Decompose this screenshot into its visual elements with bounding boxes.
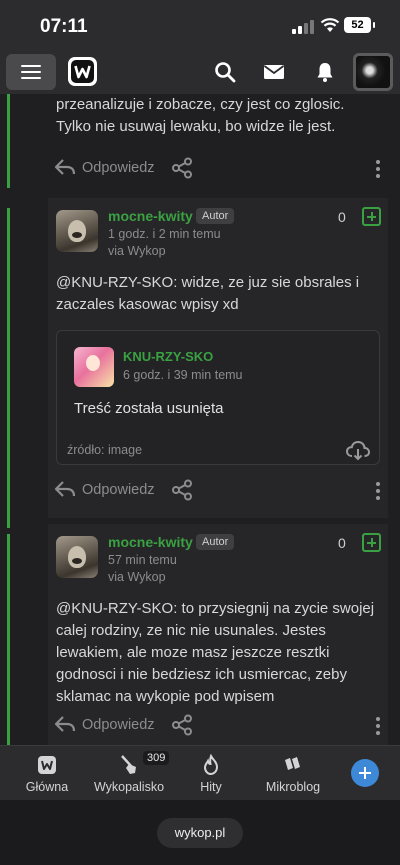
menu-button[interactable] <box>6 54 56 90</box>
share-icon[interactable] <box>171 714 193 736</box>
nav-label: Mikroblog <box>265 780 321 794</box>
thread-rail <box>7 94 10 188</box>
add-post-plus-icon[interactable] <box>351 759 379 787</box>
comment-time[interactable]: 1 godz. i 2 min temu <box>108 227 221 241</box>
microblog-icon <box>285 757 300 770</box>
comment-text: przeanalizuje i zobacze, czy jest co zgl… <box>56 96 345 135</box>
cellular-signal-icon <box>292 20 314 34</box>
author-badge: Autor <box>196 208 235 224</box>
wykopalisko-count-badge: 309 <box>143 751 170 765</box>
comment-time[interactable]: 57 min temu <box>108 553 177 567</box>
reply-icon[interactable] <box>54 157 76 177</box>
embed-author-name[interactable]: KNU-RZY-SKO <box>123 349 213 364</box>
more-options-icon[interactable] <box>376 717 380 738</box>
more-options-icon[interactable] <box>376 482 380 503</box>
home-icon <box>38 756 56 774</box>
embed-author-avatar[interactable] <box>74 347 114 387</box>
vote-score: 0 <box>338 209 346 225</box>
embed-time: 6 godz. i 39 min temu <box>123 368 243 382</box>
author-avatar[interactable] <box>56 536 98 578</box>
thread-rail <box>7 534 10 745</box>
reply-button[interactable]: Odpowiedz <box>82 482 155 498</box>
wykop-logo-icon[interactable] <box>68 57 97 86</box>
cloud-download-icon[interactable] <box>345 439 371 461</box>
bottom-navigation: Główna Wykopalisko Hity Mikroblog <box>0 745 400 800</box>
author-badge: Autor <box>196 534 235 550</box>
comment-source: via Wykop <box>108 244 166 258</box>
embed-source: źródło: image <box>67 443 143 457</box>
author-name[interactable]: mocne-kwity <box>108 208 193 224</box>
search-icon[interactable] <box>213 60 237 84</box>
url-bar[interactable]: wykop.pl <box>157 818 243 848</box>
comment: przeanalizuje i zobacze, czy jest co zgl… <box>48 94 388 194</box>
status-time: 07:11 <box>40 16 88 37</box>
share-icon[interactable] <box>171 479 193 501</box>
comment: mocne-kwity Autor 1 godz. i 2 min temu v… <box>48 198 388 518</box>
browser-toolbar: wykop.pl <box>0 800 400 865</box>
wifi-icon <box>320 18 340 32</box>
author-avatar[interactable] <box>56 210 98 252</box>
share-icon[interactable] <box>171 157 193 179</box>
comment-source: via Wykop <box>108 570 166 584</box>
battery-indicator: 52 <box>344 17 375 33</box>
mail-icon[interactable] <box>262 60 286 84</box>
comment-text: @KNU-RZY-SKO: to przysiegnij na zycie sw… <box>56 600 375 705</box>
upvote-plus-icon[interactable] <box>362 207 381 226</box>
more-options-icon[interactable] <box>376 160 380 181</box>
comments-feed: przeanalizuje i zobacze, czy jest co zgl… <box>0 94 400 745</box>
comment: mocne-kwity Autor 57 min temu via Wykop … <box>48 524 388 745</box>
author-name[interactable]: mocne-kwity <box>108 534 193 550</box>
status-bar: 07:11 52 <box>0 0 400 50</box>
nav-label: Główna <box>25 780 69 794</box>
shovel-icon <box>121 755 136 774</box>
comment-text: @KNU-RZY-SKO: widze, ze juz sie obsrales… <box>56 274 360 313</box>
bell-icon[interactable] <box>313 60 337 84</box>
user-avatar[interactable] <box>353 53 393 91</box>
reply-icon[interactable] <box>54 479 76 499</box>
upvote-plus-icon[interactable] <box>362 533 381 552</box>
vote-score: 0 <box>338 535 346 551</box>
reply-icon[interactable] <box>54 714 76 734</box>
reply-button[interactable]: Odpowiedz <box>82 717 155 733</box>
app-header <box>0 50 400 94</box>
nav-label: Wykopalisko <box>93 780 165 794</box>
embedded-entry[interactable]: KNU-RZY-SKO 6 godz. i 39 min temu Treść … <box>56 330 380 465</box>
nav-label: Hity <box>200 780 222 794</box>
embed-text: Treść została usunięta <box>74 400 224 417</box>
thread-rail <box>7 208 10 528</box>
flame-icon <box>203 754 219 776</box>
reply-button[interactable]: Odpowiedz <box>82 160 155 176</box>
